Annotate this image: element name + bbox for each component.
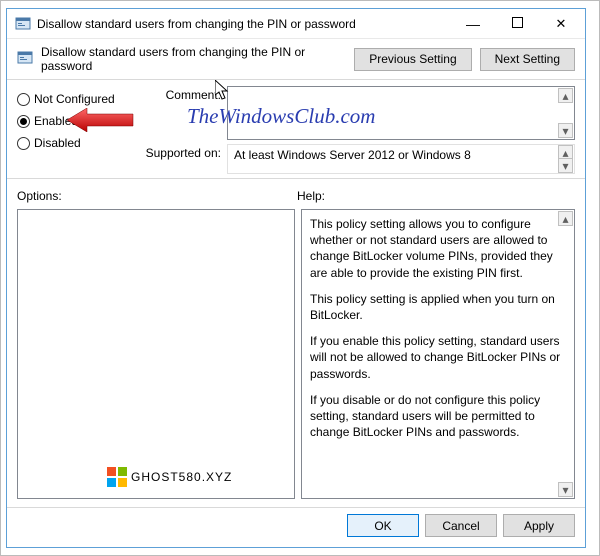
- ok-button[interactable]: OK: [347, 514, 419, 537]
- outer-frame: Disallow standard users from changing th…: [0, 0, 600, 556]
- header-bar: Disallow standard users from changing th…: [7, 39, 585, 79]
- help-paragraph: If you disable or do not configure this …: [310, 392, 566, 441]
- policy-icon: [15, 16, 31, 32]
- radio-icon: [17, 115, 30, 128]
- policy-icon-header: [17, 50, 33, 69]
- panels-row: This policy setting allows you to config…: [7, 205, 585, 507]
- radio-disabled[interactable]: Disabled: [17, 136, 137, 150]
- cancel-button[interactable]: Cancel: [425, 514, 497, 537]
- supported-row: Supported on: At least Windows Server 20…: [141, 144, 575, 174]
- scroll-up-icon[interactable]: ▴: [558, 211, 573, 226]
- minimize-icon: —: [466, 16, 480, 32]
- help-paragraph: This policy setting allows you to config…: [310, 216, 566, 281]
- scroll-down-icon[interactable]: ▾: [558, 123, 573, 138]
- help-label: Help:: [297, 189, 325, 203]
- supported-label: Supported on:: [141, 144, 221, 174]
- window-title: Disallow standard users from changing th…: [37, 17, 451, 31]
- comment-textarea[interactable]: ▴ ▾: [227, 86, 575, 140]
- section-labels: Options: Help:: [7, 179, 585, 205]
- help-paragraph: This policy setting is applied when you …: [310, 291, 566, 323]
- apply-button[interactable]: Apply: [503, 514, 575, 537]
- radio-enabled[interactable]: Enabled: [17, 114, 137, 128]
- minimize-button[interactable]: —: [451, 10, 495, 38]
- close-icon: ✕: [556, 16, 567, 32]
- supported-value: At least Windows Server 2012 or Windows …: [234, 148, 471, 162]
- options-label: Options:: [17, 189, 297, 203]
- maximize-icon: [512, 17, 523, 31]
- radio-label: Not Configured: [34, 92, 115, 106]
- options-panel: [17, 209, 295, 499]
- dialog-window: Disallow standard users from changing th…: [6, 8, 586, 548]
- state-radios: Not Configured Enabled Disabled: [17, 86, 137, 178]
- radio-icon: [17, 137, 30, 150]
- button-row: OK Cancel Apply: [7, 507, 585, 547]
- radio-label: Enabled: [34, 114, 78, 128]
- previous-setting-button[interactable]: Previous Setting: [354, 48, 471, 71]
- scroll-up-icon[interactable]: ▴: [558, 88, 573, 103]
- supported-textbox: At least Windows Server 2012 or Windows …: [227, 144, 575, 174]
- maximize-button[interactable]: [495, 10, 539, 38]
- titlebar: Disallow standard users from changing th…: [7, 9, 585, 39]
- comment-label: Comment:: [141, 86, 221, 140]
- help-paragraph: If you enable this policy setting, stand…: [310, 333, 566, 382]
- config-row: Not Configured Enabled Disabled Comment:…: [7, 80, 585, 178]
- radio-not-configured[interactable]: Not Configured: [17, 92, 137, 106]
- fields-col: Comment: ▴ ▾ Supported on: At least Wind…: [141, 86, 575, 178]
- help-panel: This policy setting allows you to config…: [301, 209, 575, 499]
- close-button[interactable]: ✕: [539, 10, 583, 38]
- comment-row: Comment: ▴ ▾: [141, 86, 575, 140]
- radio-icon: [17, 93, 30, 106]
- scroll-down-icon[interactable]: ▾: [558, 158, 573, 173]
- radio-label: Disabled: [34, 136, 81, 150]
- next-setting-button[interactable]: Next Setting: [480, 48, 575, 71]
- scroll-down-icon[interactable]: ▾: [558, 482, 573, 497]
- header-title: Disallow standard users from changing th…: [41, 45, 346, 73]
